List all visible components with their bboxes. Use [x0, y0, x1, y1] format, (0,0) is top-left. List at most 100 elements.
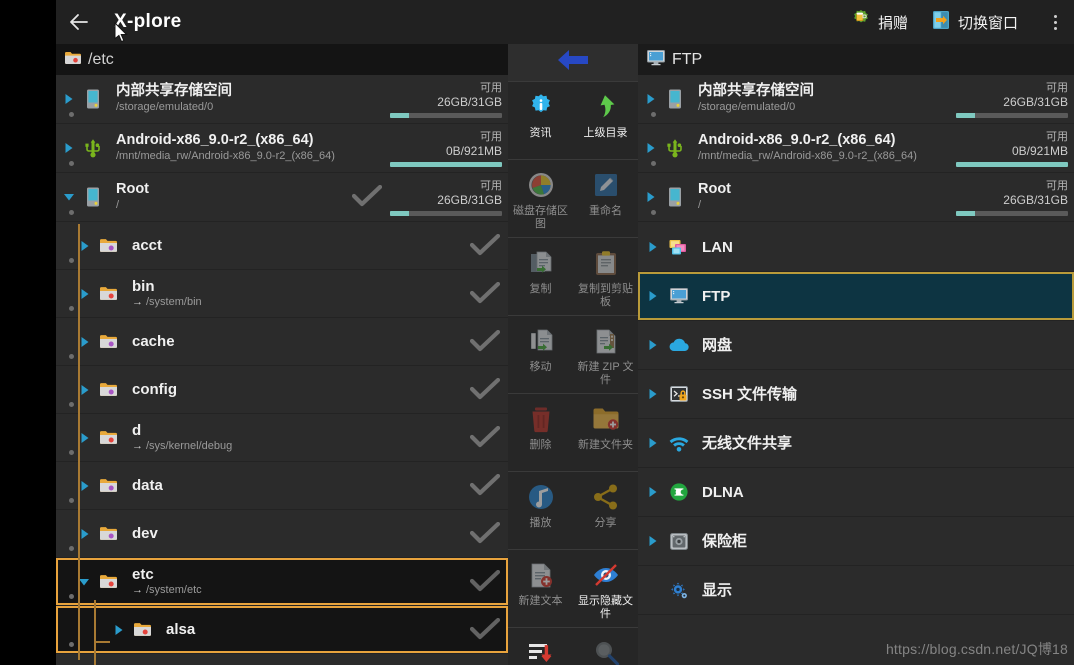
- expander-caret-icon[interactable]: [642, 486, 664, 498]
- tool-label: 移动: [529, 361, 552, 373]
- folder-row[interactable]: alsa: [56, 606, 508, 654]
- storage-row[interactable]: Android-x86_9.0-r2_(x86_64) /mnt/media_rw…: [56, 124, 508, 173]
- tool-label: 显示隐藏文件: [578, 595, 633, 620]
- tool-label: 新建文件夹: [578, 439, 633, 451]
- tool-label: 新建文本: [518, 595, 563, 607]
- folder-symlink-target: →/system/bin: [132, 295, 202, 308]
- checkmark-icon: [462, 617, 508, 642]
- usb-icon: [660, 137, 690, 159]
- service-row[interactable]: 显示: [638, 566, 1074, 615]
- expander-caret-icon[interactable]: [60, 384, 94, 396]
- expander-caret-icon[interactable]: [642, 93, 660, 105]
- switch-window-button[interactable]: 切换窗口: [930, 9, 1018, 36]
- expander-caret-icon[interactable]: [60, 240, 94, 252]
- expander-caret-icon[interactable]: [642, 535, 664, 547]
- middle-toolbar-pane: 资讯 上级目录 磁盘存储区图 重命名 复制 复制到剪贴板 移动 新建 ZIP 文件 删除 新建文件…: [508, 44, 638, 665]
- storage-available-label: 可用: [480, 179, 502, 192]
- xplore-window: X-plore 捐赠 切换窗口 /etc 内部共享存储空间 /storage/e…: [56, 0, 1074, 665]
- expander-caret-icon[interactable]: [642, 388, 664, 400]
- storage-capacity: 26GB/31GB: [437, 94, 502, 109]
- expander-caret-icon[interactable]: [642, 339, 664, 351]
- storage-name: Root: [116, 181, 150, 197]
- service-row[interactable]: 网盘: [638, 321, 1074, 370]
- storage-capacity: 26GB/31GB: [1003, 94, 1068, 109]
- folder-row[interactable]: data: [56, 462, 508, 510]
- storage-capacity: 0B/921MB: [445, 143, 502, 158]
- folder-row-text: dev: [124, 525, 462, 542]
- expander-caret-icon[interactable]: [60, 577, 94, 587]
- storage-available-label: 可用: [1046, 130, 1068, 143]
- tool-label: 播放: [529, 517, 552, 529]
- service-row[interactable]: DLNA: [638, 468, 1074, 517]
- folder-row[interactable]: config: [56, 366, 508, 414]
- storage-row[interactable]: 内部共享存储空间/storage/emulated/0 可用 26GB/31GB: [638, 75, 1074, 124]
- row-bullet: [69, 498, 74, 503]
- tool-info[interactable]: 资讯: [508, 82, 573, 160]
- back-arrow-icon[interactable]: [56, 0, 102, 44]
- expander-caret-icon[interactable]: [60, 528, 94, 540]
- folder-row[interactable]: bin →/system/bin: [56, 270, 508, 318]
- expander-caret-icon[interactable]: [60, 432, 94, 444]
- storage-row[interactable]: 内部共享存储空间/storage/emulated/0 可用 26GB/31GB: [56, 75, 508, 124]
- expander-caret-icon[interactable]: [60, 480, 94, 492]
- service-row[interactable]: LAN: [638, 223, 1074, 272]
- tool-show-hidden-files[interactable]: 显示隐藏文件: [573, 550, 638, 628]
- storage-row-text: Android-x86_9.0-r2_(x86_64) /mnt/media_rw…: [690, 132, 956, 164]
- tool-label: 磁盘存储区图: [513, 205, 568, 230]
- expander-caret-icon[interactable]: [642, 290, 664, 302]
- donate-button[interactable]: 捐赠: [850, 9, 908, 36]
- toolbar-back-button[interactable]: [508, 44, 638, 82]
- left-path-bar[interactable]: /etc: [56, 44, 508, 75]
- service-row[interactable]: 保险柜: [638, 517, 1074, 566]
- tool-sort[interactable]: 排序方式: [508, 628, 573, 665]
- expander-caret-icon[interactable]: [60, 93, 78, 105]
- service-row[interactable]: 无线文件共享: [638, 419, 1074, 468]
- storage-row[interactable]: Android-x86_9.0-r2_(x86_64) /mnt/media_rw…: [638, 124, 1074, 173]
- right-path-bar[interactable]: FTP: [638, 44, 1074, 75]
- storage-progress-bar: [390, 112, 502, 118]
- storage-row[interactable]: Root / 可用 26GB/31GB: [638, 173, 1074, 222]
- folder-name: alsa: [166, 621, 196, 638]
- folder-row[interactable]: dev: [56, 510, 508, 558]
- folder-row[interactable]: acct: [56, 222, 508, 270]
- blue-left-arrow-icon: [556, 48, 590, 77]
- folder-row[interactable]: etc →/system/etc: [56, 558, 508, 606]
- folder-name: etc: [132, 565, 154, 583]
- expander-caret-icon[interactable]: [60, 288, 94, 300]
- tool-up-directory[interactable]: 上级目录: [573, 82, 638, 160]
- internal-storage-icon: [78, 88, 108, 110]
- expander-caret-icon[interactable]: [642, 191, 660, 203]
- folder-row[interactable]: cache: [56, 318, 508, 366]
- app-bar: X-plore 捐赠 切换窗口: [56, 0, 1074, 44]
- expander-caret-icon[interactable]: [642, 241, 664, 253]
- service-row[interactable]: SSH 文件传输: [638, 370, 1074, 419]
- expander-caret-icon[interactable]: [60, 192, 78, 202]
- service-name: 显示: [702, 581, 733, 599]
- storage-row[interactable]: Root / 可用 26GB/31GB: [56, 173, 508, 222]
- overflow-menu-icon[interactable]: [1040, 0, 1070, 44]
- left-rows-list: 内部共享存储空间/storage/emulated/0 可用 26GB/31GB An…: [56, 75, 508, 654]
- donate-label: 捐赠: [877, 14, 908, 32]
- service-name: LAN: [702, 238, 733, 256]
- internal-storage-icon: [660, 88, 690, 110]
- cloud-icon: [664, 337, 694, 354]
- storage-path: /: [116, 199, 120, 211]
- service-row[interactable]: FTP: [638, 272, 1074, 321]
- expander-caret-icon[interactable]: [642, 142, 660, 154]
- tool-delete: 删除: [508, 394, 573, 472]
- tool-label: 资讯: [529, 127, 552, 139]
- folder-name: d: [132, 421, 142, 439]
- expander-caret-icon[interactable]: [642, 437, 664, 449]
- expander-caret-icon[interactable]: [60, 336, 94, 348]
- service-name: FTP: [702, 287, 731, 305]
- tool-disk-usage: 磁盘存储区图: [508, 160, 573, 238]
- storage-path: /: [698, 199, 702, 211]
- right-rows-list: 内部共享存储空间/storage/emulated/0 可用 26GB/31GB An…: [638, 75, 1074, 615]
- expander-caret-icon[interactable]: [60, 142, 78, 154]
- folder-name: data: [132, 477, 163, 494]
- watermark: https://blog.csdn.net/JQ博18: [885, 641, 1068, 657]
- service-name: DLNA: [702, 483, 744, 501]
- tool-search: 查找: [573, 628, 638, 665]
- folder-row[interactable]: d →/sys/kernel/debug: [56, 414, 508, 462]
- tool-share: 分享: [573, 472, 638, 550]
